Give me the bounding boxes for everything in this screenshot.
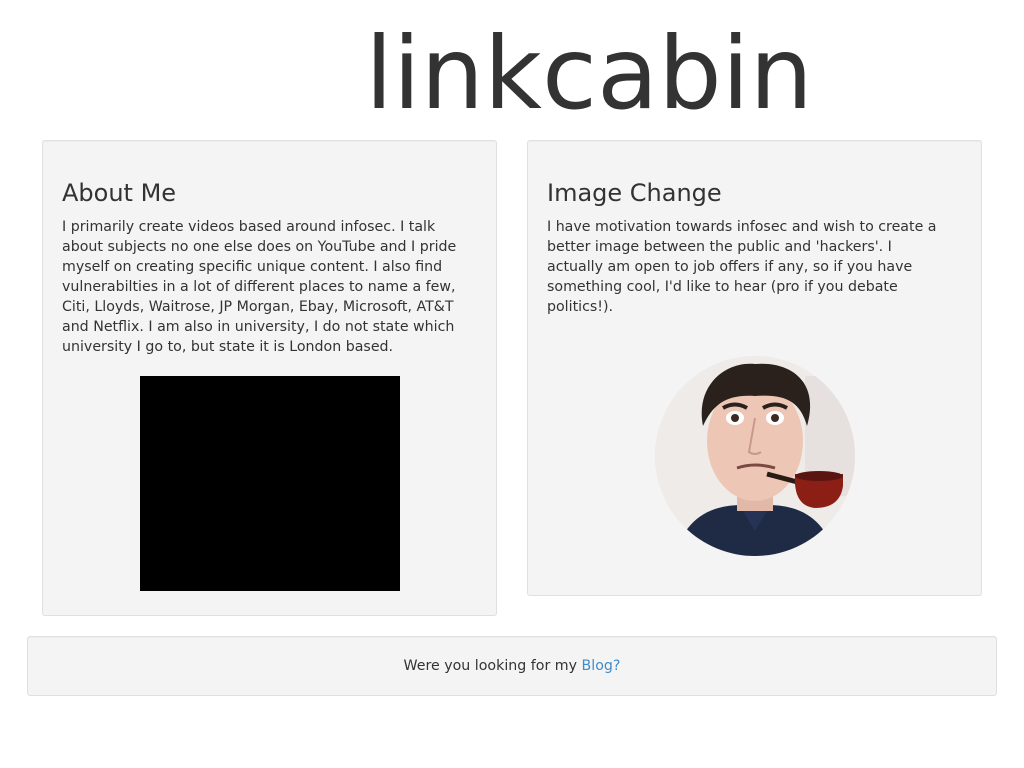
blog-link[interactable]: Blog? [582, 658, 621, 674]
about-me-card: About Me I primarily create videos based… [42, 140, 497, 616]
image-change-title: Image Change [547, 179, 722, 207]
image-change-card: Image Change I have motivation towards i… [527, 140, 982, 596]
profile-avatar-image [655, 356, 855, 556]
profile-avatar [655, 356, 855, 556]
image-change-text: I have motivation towards infosec and wi… [547, 219, 937, 315]
footer-bar: Were you looking for my Blog? [27, 636, 997, 696]
site-title: linkcabin [365, 15, 813, 132]
about-me-text: I primarily create videos based around i… [62, 219, 457, 355]
about-me-video-placeholder[interactable] [140, 376, 400, 591]
about-me-title: About Me [62, 179, 177, 207]
footer-text: Were you looking for my [403, 658, 582, 674]
